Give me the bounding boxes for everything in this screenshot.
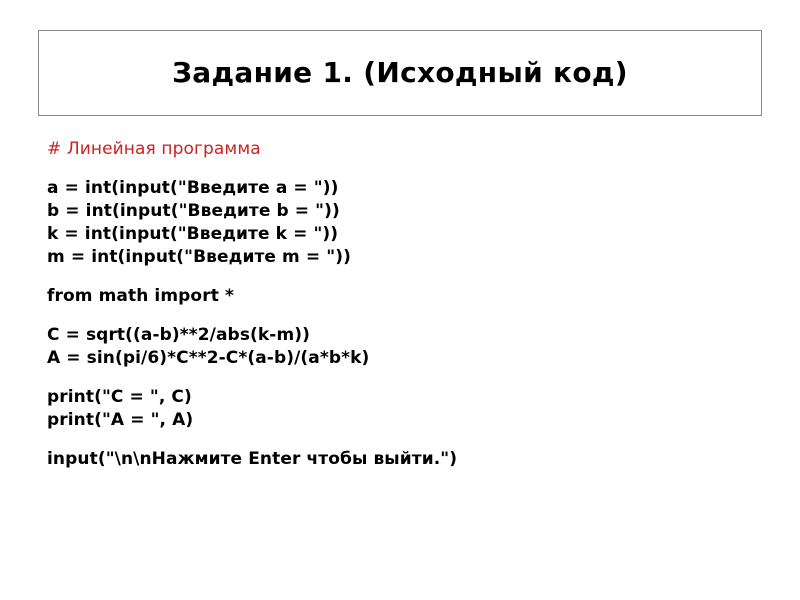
code-line: print("C = ", C)	[47, 387, 192, 407]
comment-block: # Линейная программа	[47, 138, 762, 161]
title-box: Задание 1. (Исходный код)	[38, 30, 762, 116]
formula-block: C = sqrt((a-b)**2/abs(k-m)) A = sin(pi/6)…	[47, 324, 762, 370]
code-line: a = int(input("Введите a = "))	[47, 178, 339, 198]
code-line: b = int(input("Введите b = "))	[47, 201, 340, 221]
code-line: print("A = ", A)	[47, 410, 194, 430]
code-line: input("\n\nНажмите Enter чтобы выйти.")	[47, 449, 458, 469]
page-title: Задание 1. (Исходный код)	[172, 55, 628, 89]
exit-block: input("\n\nНажмите Enter чтобы выйти.")	[47, 448, 762, 471]
source-code-listing: # Линейная программа a = int(input("Введи…	[47, 138, 762, 471]
code-line: m = int(input("Введите m = "))	[47, 247, 351, 267]
input-block: a = int(input("Введите a = ")) b = int(in…	[47, 177, 762, 269]
print-block: print("C = ", C) print("A = ", A)	[47, 386, 762, 432]
slide-canvas: Задание 1. (Исходный код) # Линейная про…	[0, 0, 800, 600]
import-block: from math import *	[47, 285, 762, 308]
code-line: C = sqrt((a-b)**2/abs(k-m))	[47, 325, 311, 345]
code-line: A = sin(pi/6)*C**2-C*(a-b)/(a*b*k)	[47, 348, 370, 368]
code-line: from math import *	[47, 286, 234, 306]
code-line: k = int(input("Введите k = "))	[47, 224, 339, 244]
code-line: # Линейная программа	[47, 139, 261, 159]
